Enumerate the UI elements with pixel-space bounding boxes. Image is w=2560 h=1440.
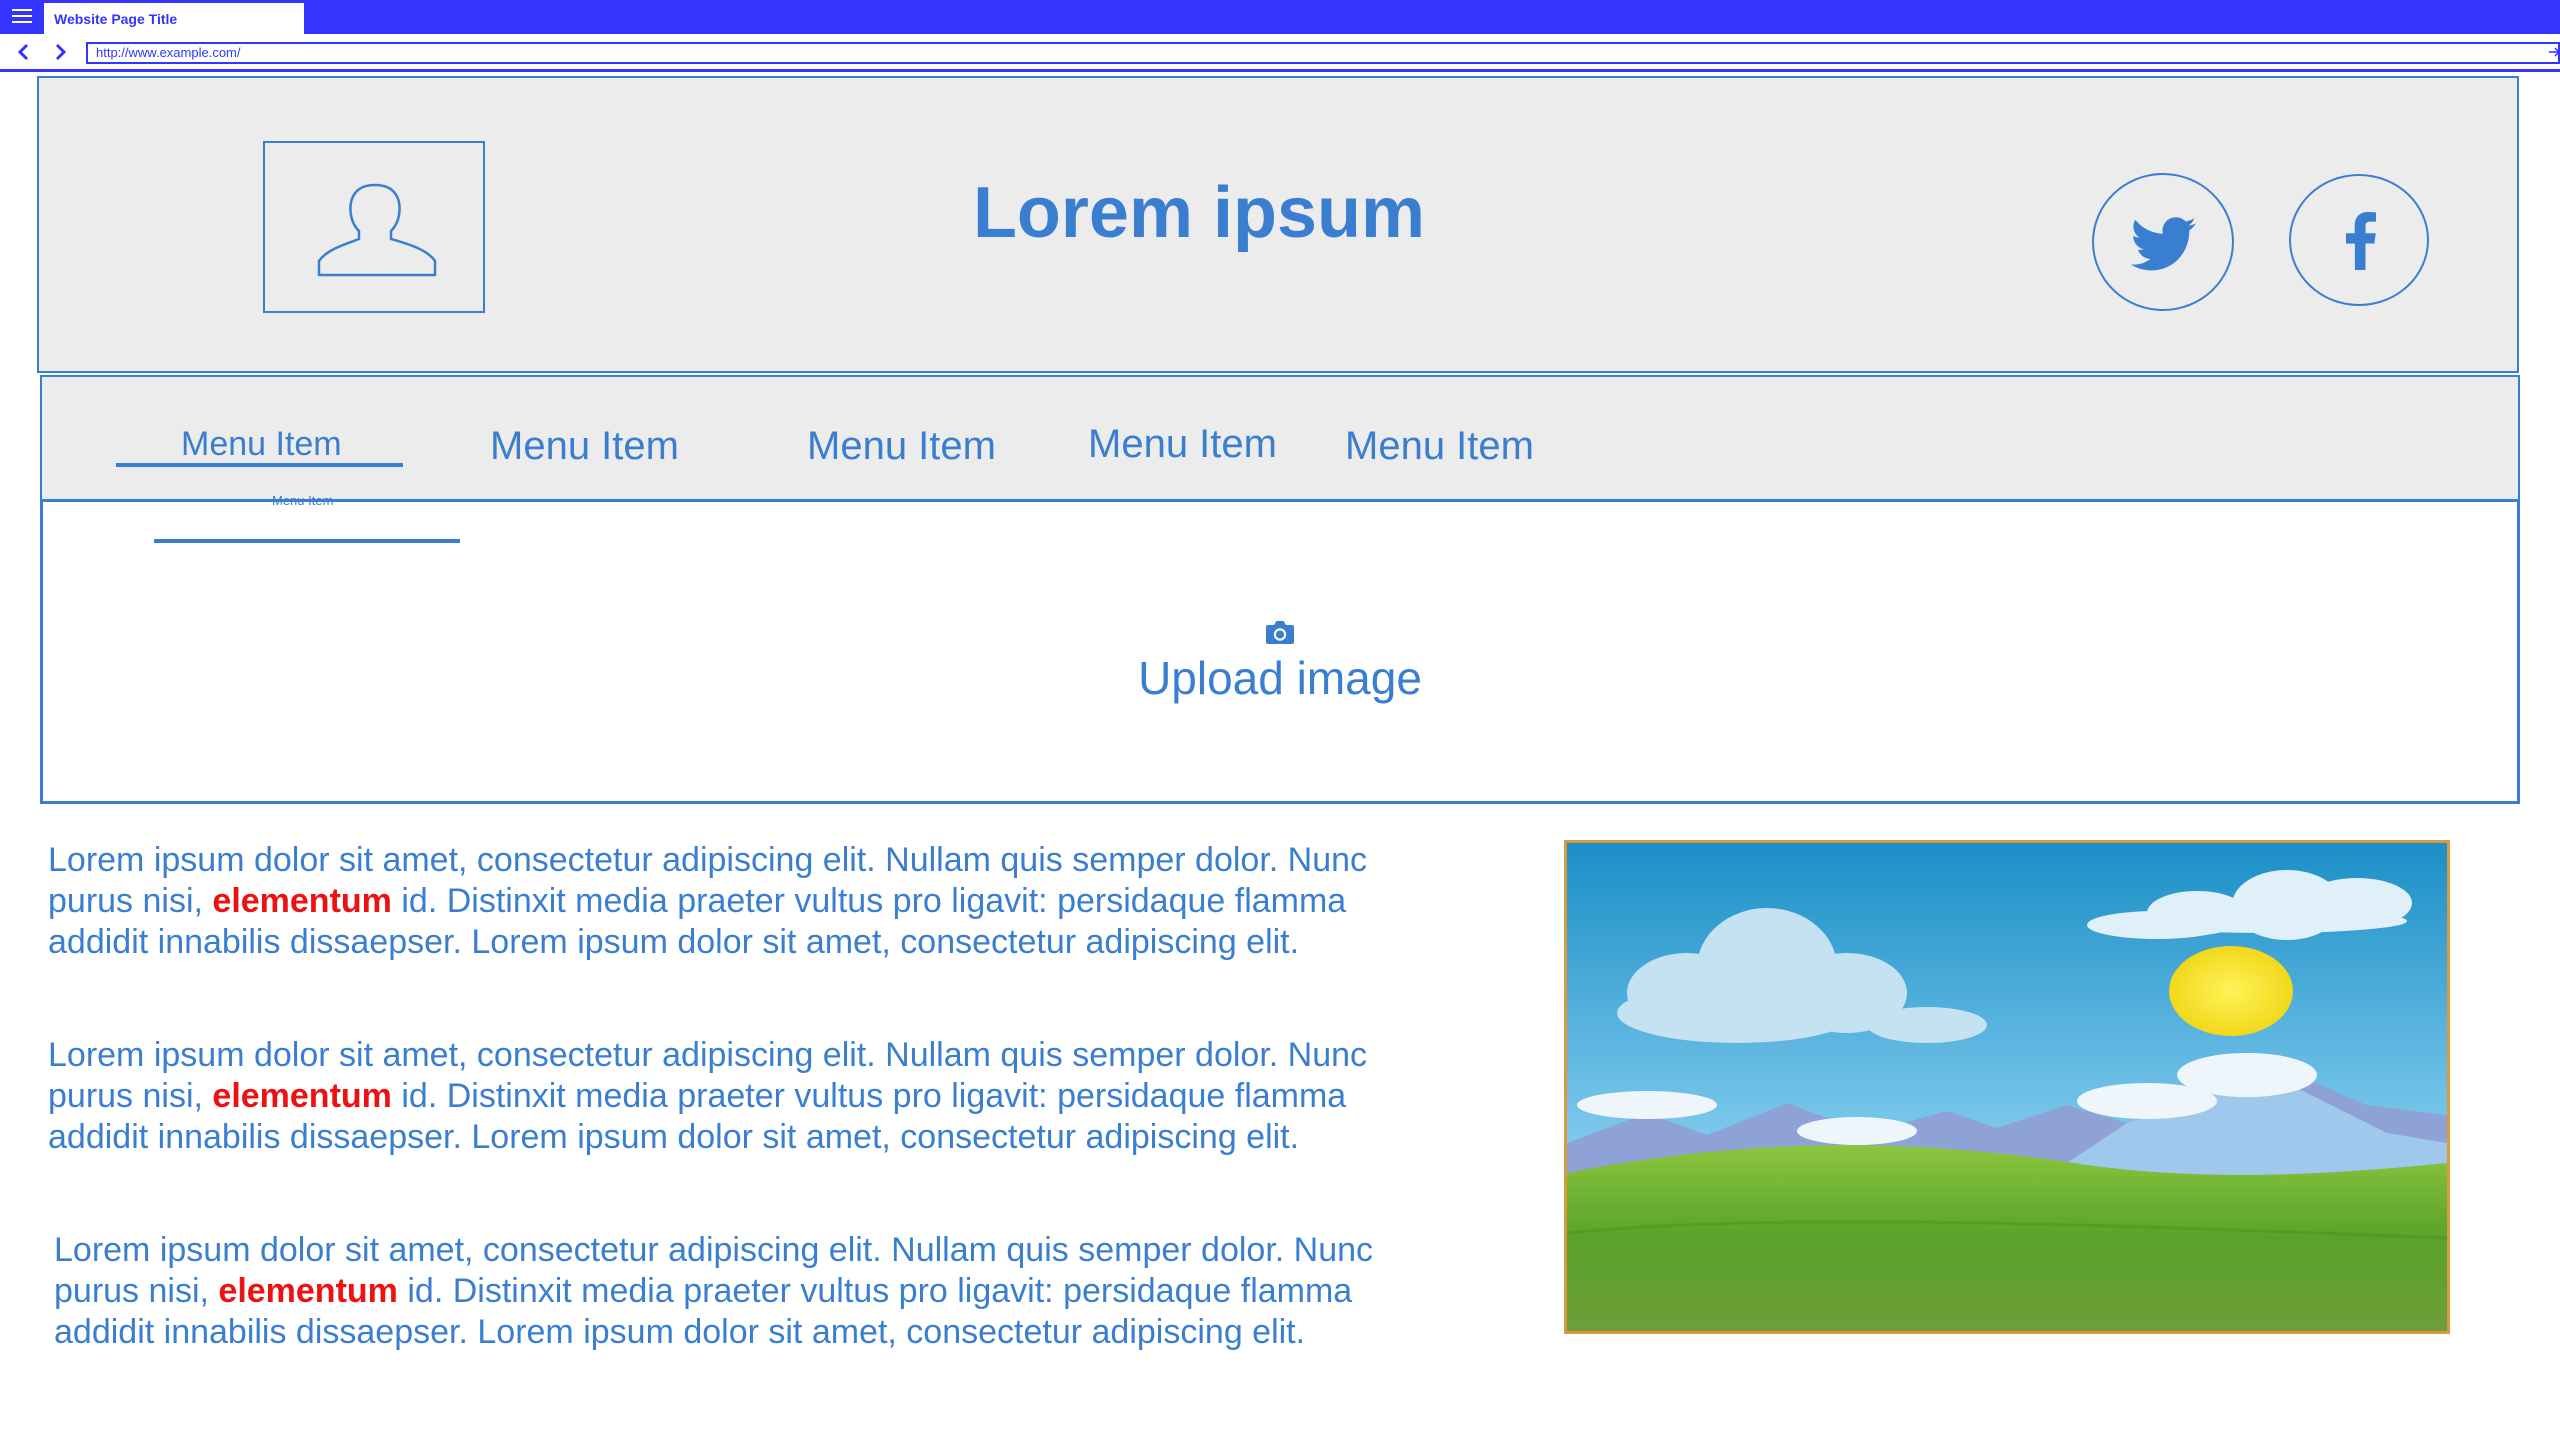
active-nav-indicator (116, 463, 403, 467)
site-header: Lorem ipsum (37, 76, 2519, 373)
emphasis-text: elementum (212, 882, 392, 920)
emphasis-text: elementum (218, 1272, 398, 1310)
site-title: Lorem ipsum (972, 173, 1426, 253)
facebook-button[interactable] (2289, 174, 2429, 306)
camera-icon[interactable] (1265, 619, 1295, 650)
address-bar: http://www.example.com/ (0, 34, 2560, 72)
user-silhouette-icon (317, 183, 437, 277)
nav-item-1[interactable]: Menu Item (181, 421, 342, 467)
upload-image-label[interactable]: Upload image (1060, 650, 1500, 706)
facebook-icon (2346, 212, 2376, 270)
main-navigation (40, 375, 2520, 501)
landscape-image (1564, 840, 2450, 1334)
overflow-menu-indicator (154, 539, 460, 543)
title-bar: Website Page Title (0, 0, 2560, 34)
back-arrow-icon[interactable] (14, 42, 34, 62)
nav-item-2[interactable]: Menu Item (490, 423, 679, 469)
twitter-button[interactable] (2092, 173, 2234, 311)
nav-item-4[interactable]: Menu Item (1088, 421, 1277, 467)
emphasis-text: elementum (212, 1077, 392, 1115)
go-arrow-icon[interactable] (2548, 45, 2560, 57)
content-paragraph-2: Lorem ipsum dolor sit amet, consectetur … (48, 1036, 1368, 1156)
content-paragraph-3: Lorem ipsum dolor sit amet, consectetur … (54, 1231, 1374, 1351)
nav-item-3[interactable]: Menu Item (807, 423, 996, 469)
content-paragraph-1: Lorem ipsum dolor sit amet, consectetur … (48, 841, 1368, 961)
avatar (263, 141, 485, 313)
url-input[interactable]: http://www.example.com/ (86, 42, 2560, 64)
nav-item-5[interactable]: Menu Item (1345, 423, 1534, 469)
overflow-menu-label: Menu Item (272, 493, 334, 508)
forward-arrow-icon[interactable] (50, 42, 70, 62)
twitter-icon (2131, 217, 2196, 271)
browser-tab[interactable]: Website Page Title (44, 3, 304, 34)
hamburger-menu-icon[interactable] (12, 9, 32, 25)
